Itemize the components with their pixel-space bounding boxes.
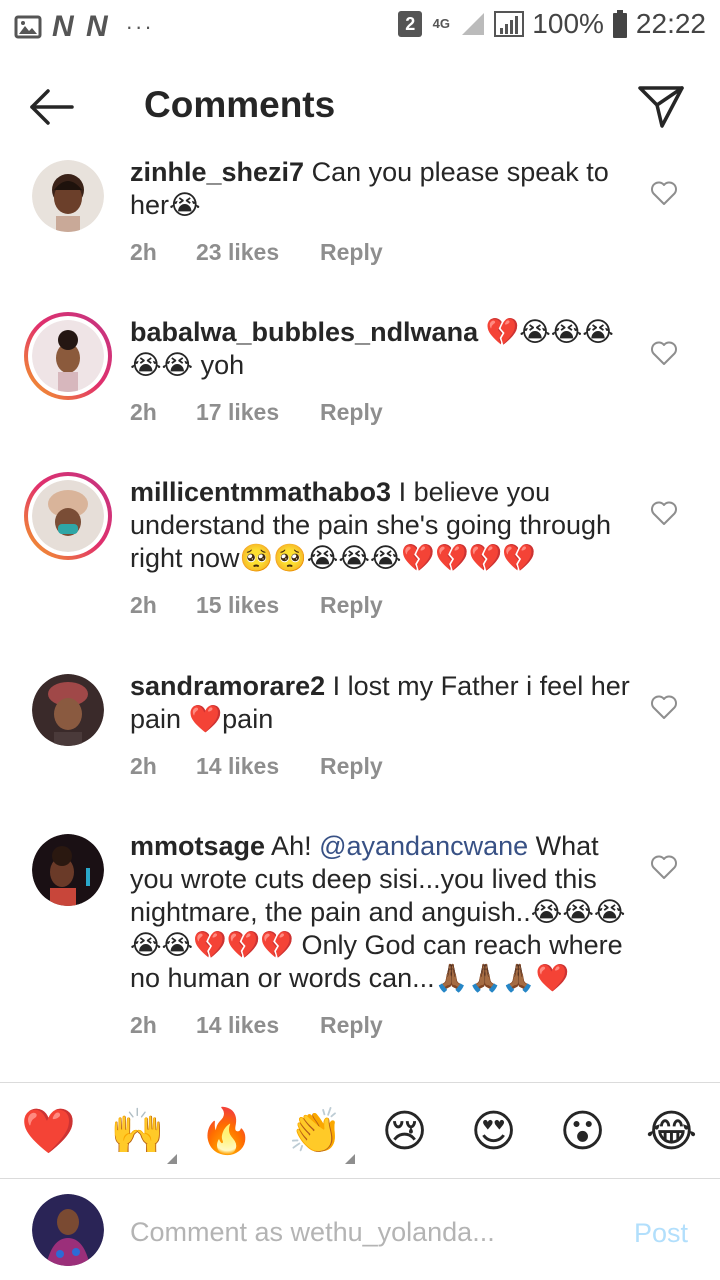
comment-meta: 2h 14 likes Reply (130, 1009, 630, 1042)
avatar[interactable] (32, 1194, 104, 1266)
avatar[interactable] (32, 160, 104, 232)
avatar[interactable] (24, 472, 112, 560)
crying-face-icon: 😢 (381, 1105, 428, 1157)
avatar-image (32, 160, 104, 232)
comment-likes[interactable]: 23 likes (196, 236, 320, 269)
signal-strength-icon (494, 11, 525, 37)
sim-indicator: 2 (398, 11, 423, 37)
battery-icon (612, 10, 627, 38)
avatar[interactable] (24, 312, 112, 400)
avatar[interactable] (32, 834, 104, 906)
like-heart-icon[interactable] (650, 854, 678, 880)
divider (0, 1082, 720, 1083)
avatar-image (32, 674, 104, 746)
like-heart-icon[interactable] (650, 500, 678, 526)
reply-button[interactable]: Reply (320, 396, 383, 429)
comment-time: 2h (130, 753, 157, 779)
signal-icon (462, 13, 485, 35)
comment-input[interactable] (130, 1210, 600, 1254)
comment-likes[interactable]: 15 likes (196, 589, 320, 622)
comment-likes[interactable]: 14 likes (196, 750, 320, 783)
comment-time: 2h (130, 239, 157, 265)
back-button[interactable] (26, 82, 86, 132)
reaction-fire[interactable]: 🔥 (192, 1096, 262, 1166)
battery-percent: 100% (532, 8, 604, 39)
back-arrow-icon (30, 89, 74, 125)
comments-header: Comments (0, 60, 720, 150)
reply-button[interactable]: Reply (320, 750, 383, 783)
status-bar: N N ··· 2 4G 100% 22:22 (0, 0, 720, 52)
comment-meta: 2h 17 likes Reply (130, 396, 630, 429)
fire-icon: 🔥 (199, 1106, 254, 1157)
tears-of-joy-icon: 😂 (645, 1105, 698, 1157)
reaction-crying-face[interactable]: 😢 (370, 1096, 440, 1166)
comment-body: sandramorare2 I lost my Father i feel he… (130, 670, 630, 783)
clock: 22:22 (635, 8, 706, 39)
heart-eyes-icon: 😍 (470, 1105, 517, 1157)
comment-body: mmotsage Ah! @ayandancwane What you wrot… (130, 830, 630, 1042)
comment-time: 2h (130, 592, 157, 618)
status-bar-left: N N ··· (14, 10, 154, 44)
gallery-notification-icon (14, 15, 42, 39)
avatar-image (32, 480, 104, 552)
comment-username[interactable]: mmotsage (130, 831, 265, 861)
reply-button[interactable]: Reply (320, 589, 383, 622)
avatar-ring (28, 476, 108, 556)
quick-reactions-bar: ❤️ 🙌 🔥 👏 😢 😍 😮 😂 (0, 1090, 720, 1172)
reply-button[interactable]: Reply (320, 236, 383, 269)
reaction-surprised-face[interactable]: 😮 (548, 1096, 618, 1166)
comment-meta: 2h 23 likes Reply (130, 236, 630, 269)
comment-composer: Post (0, 1182, 720, 1280)
status-bar-right: 2 4G 100% 22:22 (398, 8, 706, 40)
comment-username[interactable]: babalwa_bubbles_ndlwana (130, 317, 478, 347)
comment-text-intro: Ah! (265, 831, 320, 861)
avatar-ring (28, 316, 108, 396)
comment-username[interactable]: zinhle_shezi7 (130, 157, 304, 187)
skin-tone-indicator (166, 1154, 177, 1164)
raising-hands-icon: 🙌 (110, 1106, 165, 1157)
carrier-notification-icons: N N (52, 10, 110, 43)
network-type: 4G (432, 16, 450, 31)
page-title: Comments (144, 84, 336, 125)
reply-button[interactable]: Reply (320, 1009, 383, 1042)
comment-meta: 2h 14 likes Reply (130, 750, 630, 783)
comment-meta: 2h 15 likes Reply (130, 589, 630, 622)
comment-likes[interactable]: 17 likes (196, 396, 320, 429)
mention-link[interactable]: @ayandancwane (319, 831, 528, 861)
comments-list[interactable]: zinhle_shezi7 Can you please speak to he… (0, 150, 720, 1080)
reaction-heart-eyes[interactable]: 😍 (459, 1096, 529, 1166)
reaction-clapping-hands[interactable]: 👏 (281, 1096, 355, 1166)
like-heart-icon[interactable] (650, 180, 678, 206)
reaction-red-heart[interactable]: ❤️ (14, 1096, 84, 1166)
like-heart-icon[interactable] (650, 694, 678, 720)
comment-body: millicentmmathabo3 I believe you underst… (130, 476, 630, 622)
comment-username[interactable]: millicentmmathabo3 (130, 477, 391, 507)
reaction-raising-hands[interactable]: 🙌 (103, 1096, 177, 1166)
comment-username[interactable]: sandramorare2 (130, 671, 325, 701)
post-button[interactable]: Post (634, 1218, 688, 1249)
divider (0, 1178, 720, 1179)
comment-time: 2h (130, 399, 157, 425)
avatar-image (32, 320, 104, 392)
surprised-face-icon: 😮 (559, 1105, 606, 1157)
comment-likes[interactable]: 14 likes (196, 1009, 320, 1042)
reaction-tears-of-joy[interactable]: 😂 (637, 1096, 707, 1166)
comment-body: zinhle_shezi7 Can you please speak to he… (130, 156, 630, 269)
avatar[interactable] (32, 674, 104, 746)
clapping-hands-icon: 👏 (288, 1106, 343, 1157)
avatar-image (32, 834, 104, 906)
paper-plane-icon (638, 86, 684, 128)
more-notifications-icon: ··· (125, 14, 154, 39)
like-heart-icon[interactable] (650, 340, 678, 366)
comment-body: babalwa_bubbles_ndlwana 💔😭😭😭😭😭 yoh 2h 17… (130, 316, 630, 429)
comment-time: 2h (130, 1012, 157, 1038)
skin-tone-indicator (344, 1154, 355, 1164)
share-button[interactable] (636, 80, 686, 130)
red-heart-icon: ❤️ (21, 1106, 76, 1157)
